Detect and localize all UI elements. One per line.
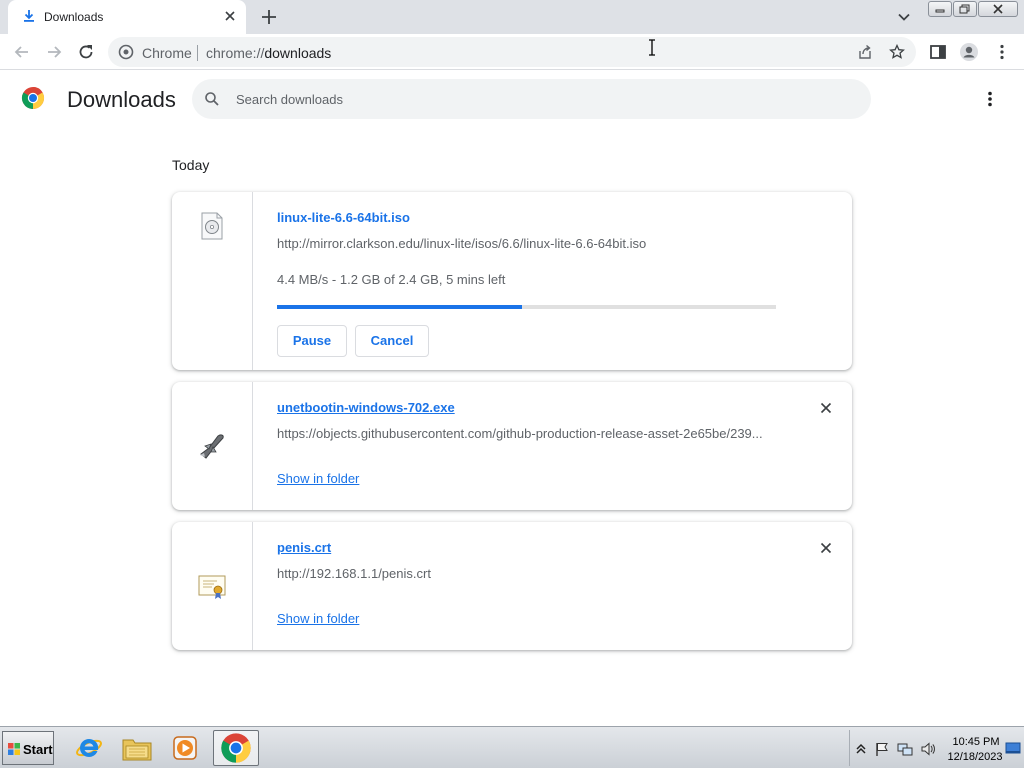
taskbar-app-internet-explorer[interactable] [66, 730, 112, 766]
forward-arrow-icon[interactable] [44, 42, 64, 62]
show-in-folder-link[interactable]: Show in folder [277, 611, 359, 626]
download-icon [24, 10, 34, 22]
side-panel-icon[interactable] [928, 42, 948, 62]
action-center-flag-icon[interactable] [874, 741, 890, 757]
show-desktop-icon[interactable] [1005, 740, 1021, 756]
site-chip-label: Chrome [142, 45, 192, 61]
network-icon[interactable] [897, 741, 913, 757]
url-scheme: chrome:// [206, 45, 265, 61]
download-filename[interactable]: linux-lite-6.6-64bit.iso [277, 210, 410, 225]
minimize-window-button[interactable] [928, 1, 952, 17]
file-icon-column [172, 522, 253, 650]
close-tab-icon[interactable] [222, 8, 238, 24]
reload-icon[interactable] [76, 42, 96, 62]
download-filename[interactable]: penis.crt [277, 540, 331, 555]
search-icon [205, 92, 219, 106]
address-bar[interactable]: Chrome chrome://downloads [108, 37, 916, 67]
share-icon[interactable] [857, 44, 873, 60]
browser-toolbar: Chrome chrome://downloads [0, 34, 1024, 70]
tab-downloads[interactable]: Downloads [8, 0, 246, 34]
download-item: linux-lite-6.6-64bit.iso http://mirror.c… [172, 192, 852, 370]
tab-strip: Downloads [0, 0, 1024, 34]
download-source-url[interactable]: https://objects.githubusercontent.com/gi… [277, 426, 777, 441]
file-icon-column [172, 192, 253, 370]
download-item: penis.crt http://192.168.1.1/penis.crt S… [172, 522, 852, 650]
clock-time[interactable]: 10:45 PM [950, 736, 1002, 748]
file-explorer-icon [122, 739, 152, 761]
clock-date[interactable]: 12/18/2023 [944, 751, 1006, 763]
download-progress-bar [277, 305, 776, 309]
pause-button[interactable]: Pause [277, 325, 347, 357]
download-item: unetbootin-windows-702.exe https://objec… [172, 382, 852, 510]
chrome-icon [221, 733, 251, 763]
close-window-button[interactable] [978, 1, 1018, 17]
downloads-header: Downloads [0, 71, 1024, 127]
minimize-icon [935, 9, 945, 13]
volume-speaker-icon[interactable] [920, 741, 936, 757]
tab-title: Downloads [44, 10, 104, 24]
system-tray: 10:45 PM 12/18/2023 [849, 730, 1022, 766]
chrome-logo-icon [21, 87, 45, 109]
omnibox-divider [197, 45, 198, 61]
close-window-icon [993, 4, 1003, 14]
start-button[interactable]: Start [2, 731, 54, 765]
url-path: downloads [264, 45, 332, 61]
new-tab-icon[interactable] [260, 8, 278, 26]
search-downloads-input[interactable] [236, 79, 836, 119]
page-title: Downloads [67, 87, 176, 112]
file-icon-column [172, 382, 253, 510]
start-label: Start [23, 742, 53, 757]
download-source-url[interactable]: http://mirror.clarkson.edu/linux-lite/is… [277, 236, 777, 251]
taskbar-app-chrome[interactable] [213, 730, 259, 766]
back-arrow-icon[interactable] [12, 42, 32, 62]
certificate-icon [198, 575, 226, 599]
internet-explorer-icon [76, 738, 102, 757]
search-downloads-box[interactable] [192, 79, 871, 119]
restore-icon [959, 4, 970, 14]
executable-icon [200, 434, 224, 459]
taskbar-app-media-player[interactable] [162, 730, 208, 766]
chrome-site-icon[interactable] [118, 44, 134, 60]
disc-file-icon [201, 212, 223, 240]
remove-from-list-icon[interactable] [818, 540, 834, 556]
tab-search-chevron-icon[interactable] [896, 9, 912, 25]
chrome-menu-icon[interactable] [992, 42, 1012, 62]
windows-flag-icon [8, 743, 20, 755]
downloads-more-actions-icon[interactable] [980, 89, 1000, 109]
date-section-label: Today [172, 157, 210, 173]
profile-avatar-icon[interactable] [959, 42, 979, 62]
text-cursor-icon [649, 39, 655, 56]
windows-taskbar: Start 10:45 PM 12/18/2023 [0, 726, 1024, 768]
remove-from-list-icon[interactable] [818, 400, 834, 416]
restore-window-button[interactable] [953, 1, 977, 17]
bookmark-star-icon[interactable] [889, 44, 905, 60]
download-progress-status: 4.4 MB/s - 1.2 GB of 2.4 GB, 5 mins left [277, 272, 506, 287]
media-player-icon [173, 736, 197, 760]
cancel-button[interactable]: Cancel [355, 325, 429, 357]
show-in-folder-link[interactable]: Show in folder [277, 471, 359, 486]
download-filename[interactable]: unetbootin-windows-702.exe [277, 400, 455, 415]
url-text[interactable]: chrome://downloads [206, 45, 331, 61]
download-source-url[interactable]: http://192.168.1.1/penis.crt [277, 566, 777, 581]
download-progress-fill [277, 305, 522, 309]
taskbar-app-file-explorer[interactable] [114, 730, 160, 766]
show-hidden-icons-chevron-icon[interactable] [853, 741, 869, 757]
